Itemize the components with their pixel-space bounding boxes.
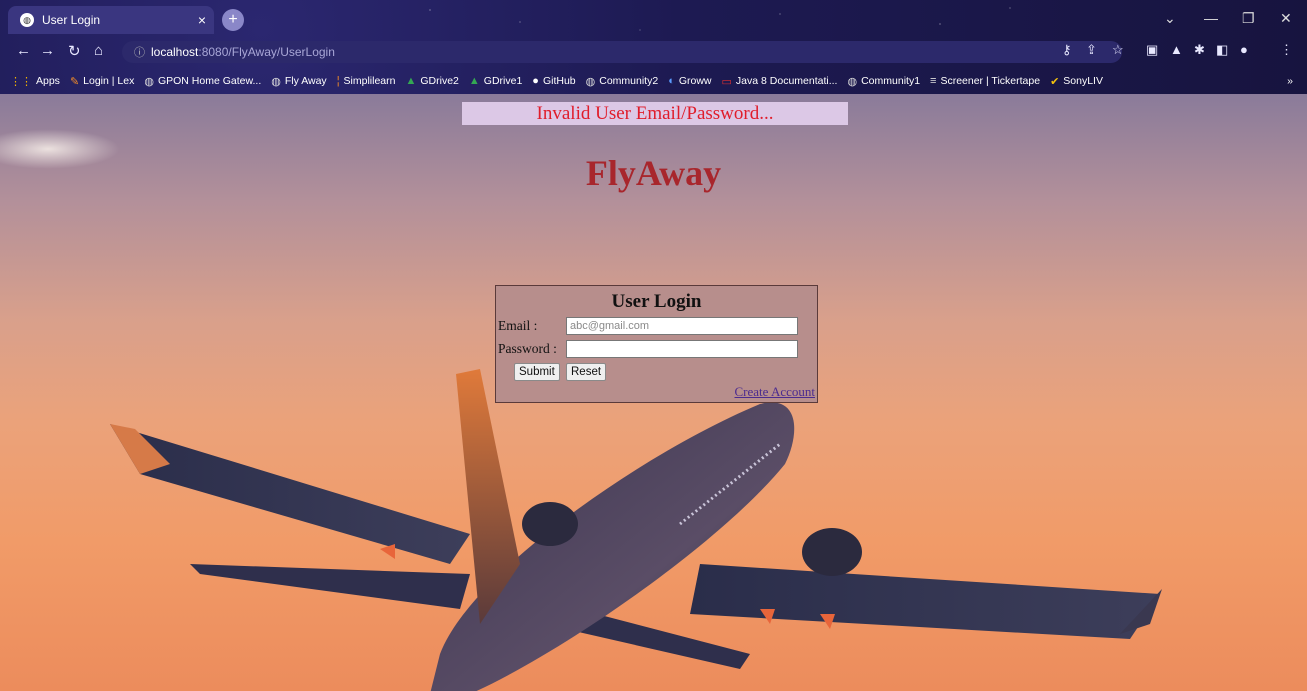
github-icon: ● xyxy=(532,75,539,87)
key-icon[interactable]: ⚷ xyxy=(1062,42,1072,58)
browser-chrome: ◍ User Login × + ⌄ — ❐ ✕ ← → ↻ ⌂ ⓘ local… xyxy=(0,0,1307,94)
forward-icon[interactable]: → xyxy=(40,42,55,59)
bookmark-label: Simplilearn xyxy=(343,75,396,87)
globe-icon: ◍ xyxy=(144,75,154,88)
globe-icon: ◍ xyxy=(20,13,34,27)
bookmark-item[interactable]: ▭ Java 8 Documentati... xyxy=(722,75,838,88)
address-row: ← → ↻ ⌂ ⓘ localhost :8080/FlyAway/UserLo… xyxy=(0,38,1307,66)
bookmark-item[interactable]: ✔ SonyLIV xyxy=(1050,75,1103,88)
bookmark-label: Apps xyxy=(36,75,60,87)
home-icon[interactable]: ⌂ xyxy=(94,42,103,59)
reload-icon[interactable]: ↻ xyxy=(68,42,81,60)
bookmark-item[interactable]: ◐ Groww xyxy=(668,75,711,87)
close-tab-icon[interactable]: × xyxy=(198,12,206,28)
sonyliv-icon: ✔ xyxy=(1050,75,1060,88)
create-account-link[interactable]: Create Account xyxy=(735,384,816,400)
bookmark-label: GDrive1 xyxy=(483,75,523,87)
drive-extension-icon[interactable]: ▲ xyxy=(1170,42,1183,57)
bookmark-label: Java 8 Documentati... xyxy=(735,75,838,87)
url-host: localhost xyxy=(151,45,199,59)
back-icon[interactable]: ← xyxy=(16,42,31,59)
tickertape-icon: ≡ xyxy=(930,75,937,87)
lex-icon: ✎ xyxy=(69,75,80,88)
menu-kebab-icon[interactable]: ⋮ xyxy=(1280,42,1293,58)
globe-icon: ◍ xyxy=(271,75,281,88)
bookmark-item[interactable]: ◍ Community1 xyxy=(847,75,920,88)
bookmark-item[interactable]: ✎ Login | Lex xyxy=(70,75,134,88)
apps-grid-icon: ⋮⋮ xyxy=(10,75,32,88)
bookmark-label: Community2 xyxy=(599,75,659,87)
bookmark-item[interactable]: ≡ Screener | Tickertape xyxy=(930,75,1040,87)
url-path: :8080/FlyAway/UserLogin xyxy=(198,45,335,59)
bookmark-label: GPON Home Gatew... xyxy=(157,75,262,87)
minimize-icon[interactable]: — xyxy=(1204,10,1218,26)
site-info-icon[interactable]: ⓘ xyxy=(134,44,145,60)
reset-button[interactable]: Reset xyxy=(566,363,607,381)
new-tab-button[interactable]: + xyxy=(222,9,244,31)
submit-button[interactable]: Submit xyxy=(514,363,560,381)
password-label: Password : xyxy=(498,341,557,356)
side-panel-icon[interactable]: ◧ xyxy=(1216,42,1228,58)
bookmark-item[interactable]: ⋮⋮ Apps xyxy=(10,75,60,88)
bookmark-item[interactable]: ▲ GDrive2 xyxy=(405,75,458,87)
gdrive-icon: ▲ xyxy=(468,75,480,87)
pocket-extension-icon[interactable]: ▣ xyxy=(1146,42,1158,58)
password-input[interactable] xyxy=(566,340,798,358)
extensions-puzzle-icon[interactable]: ✱ xyxy=(1194,42,1205,58)
error-banner: Invalid User Email/Password... xyxy=(462,102,848,125)
bookmark-item[interactable]: ◍ Community2 xyxy=(586,75,659,88)
groww-icon: ◐ xyxy=(668,75,675,87)
oracle-icon: ▭ xyxy=(721,75,732,88)
email-label: Email : xyxy=(498,318,538,333)
bookmarks-bar: ⋮⋮ Apps ✎ Login | Lex ◍ GPON Home Gatew... ◍ Fl… xyxy=(0,70,1307,92)
bookmark-label: GDrive2 xyxy=(420,75,459,87)
globe-icon: ◍ xyxy=(585,75,596,88)
tab-user-login[interactable]: ◍ User Login × xyxy=(8,6,214,34)
bookmark-label: Groww xyxy=(678,75,712,87)
tab-search-icon[interactable]: ⌄ xyxy=(1164,10,1176,27)
profile-avatar-icon[interactable]: ● xyxy=(1240,42,1248,57)
bookmark-item[interactable]: ▲ GDrive1 xyxy=(469,75,522,87)
login-form: User Login Email : Password : Submit Res… xyxy=(495,285,818,403)
brand-title: FlyAway xyxy=(585,153,722,193)
bookmark-item[interactable]: ● GitHub xyxy=(532,75,575,87)
globe-icon: ◍ xyxy=(847,75,858,88)
close-window-icon[interactable]: ✕ xyxy=(1280,10,1292,27)
bookmark-label: Community1 xyxy=(861,75,921,87)
login-title: User Login xyxy=(611,291,702,312)
bookmark-label: Screener | Tickertape xyxy=(940,75,1041,87)
bookmarks-overflow-button[interactable]: » xyxy=(1287,75,1293,87)
bookmark-item[interactable]: ◍ Fly Away xyxy=(271,75,326,88)
maximize-icon[interactable]: ❐ xyxy=(1242,10,1255,27)
bookmark-label: SonyLIV xyxy=(1063,75,1103,87)
share-icon[interactable]: ⇪ xyxy=(1086,42,1097,58)
simplilearn-icon: ¦ xyxy=(336,75,340,87)
bookmark-label: GitHub xyxy=(542,75,576,87)
bookmark-label: Fly Away xyxy=(284,75,327,87)
email-input[interactable] xyxy=(566,317,798,335)
tab-title: User Login xyxy=(42,13,101,27)
bookmark-item[interactable]: ¦ Simplilearn xyxy=(337,75,396,87)
bookmark-label: Login | Lex xyxy=(83,75,135,87)
bookmark-item[interactable]: ◍ GPON Home Gatew... xyxy=(144,75,261,88)
address-bar[interactable]: ⓘ localhost :8080/FlyAway/UserLogin xyxy=(122,41,1122,63)
page-content: Invalid User Email/Password... FlyAway U… xyxy=(0,94,1307,691)
bookmark-star-icon[interactable]: ☆ xyxy=(1112,42,1124,58)
gdrive-icon: ▲ xyxy=(405,75,417,87)
